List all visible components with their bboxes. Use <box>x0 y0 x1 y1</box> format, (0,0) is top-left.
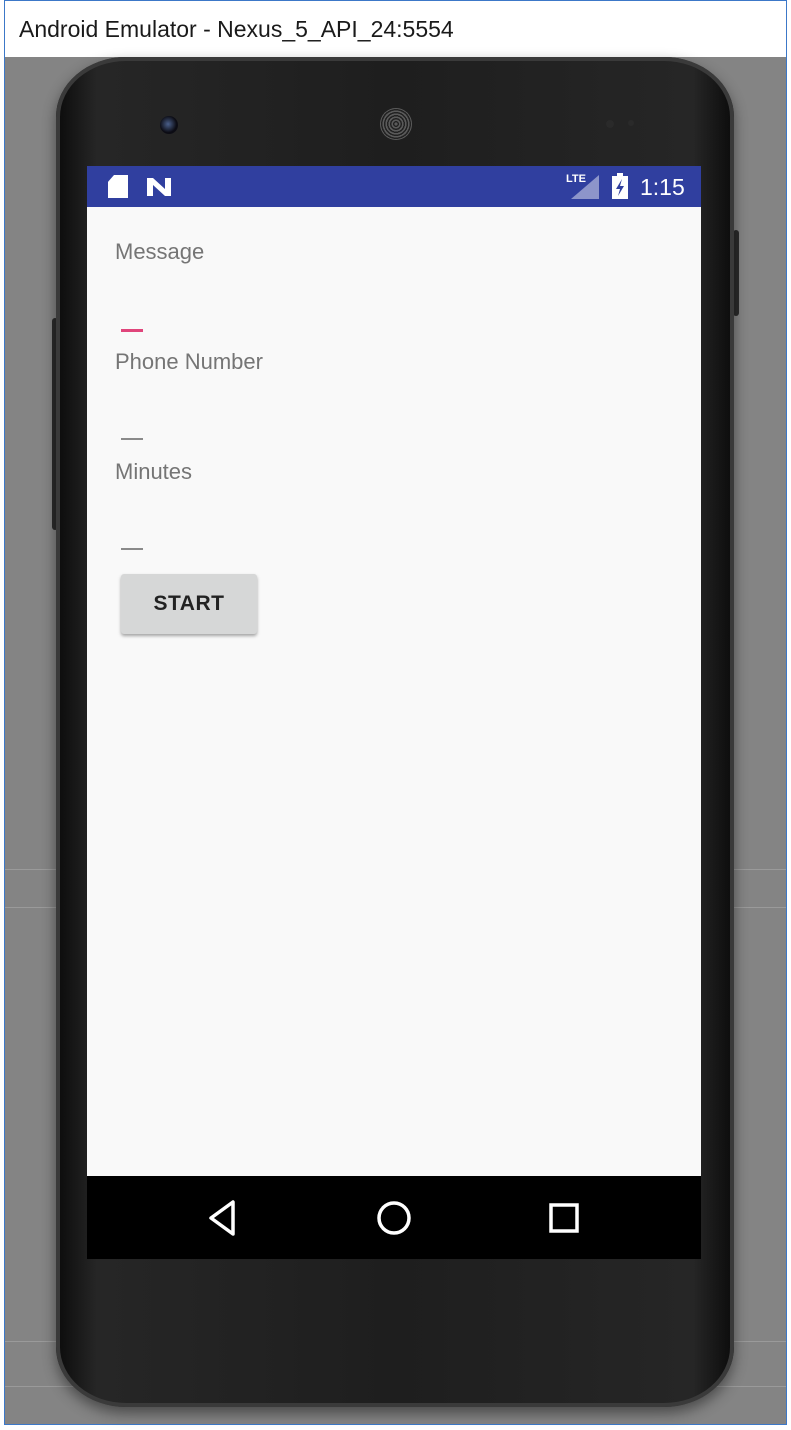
window-title: Android Emulator - Nexus_5_API_24:5554 <box>19 16 454 42</box>
n-notification-icon <box>147 178 171 196</box>
proximity-sensor-icon <box>606 120 614 128</box>
minutes-label: Minutes <box>115 459 193 484</box>
device-screen: LTE 1:15 Message Phone Number Minutes ST… <box>87 166 701 1259</box>
phone-number-label: Phone Number <box>115 349 263 374</box>
front-camera-icon <box>160 116 178 134</box>
speaker-grille-icon <box>380 108 412 140</box>
light-sensor-icon <box>628 120 634 126</box>
message-field[interactable] <box>115 294 679 332</box>
phone-number-field-underline <box>121 438 143 440</box>
battery-charging-icon <box>612 173 628 199</box>
network-type-label: LTE <box>566 173 586 185</box>
back-icon[interactable] <box>199 1194 247 1242</box>
status-clock: 1:15 <box>640 174 685 200</box>
start-button[interactable]: START <box>121 574 257 634</box>
message-label: Message <box>115 239 205 264</box>
title-bar[interactable]: Android Emulator - Nexus_5_API_24:5554 <box>5 1 786 57</box>
minutes-field-underline <box>121 548 143 550</box>
phone-number-field[interactable] <box>115 404 679 442</box>
message-field-underline <box>121 329 143 332</box>
sd-card-icon <box>108 175 128 198</box>
home-icon[interactable] <box>370 1194 418 1242</box>
navigation-bar <box>87 1176 701 1259</box>
minutes-field[interactable] <box>115 514 679 552</box>
status-bar[interactable]: LTE 1:15 <box>87 166 701 207</box>
recents-icon[interactable] <box>540 1194 588 1242</box>
